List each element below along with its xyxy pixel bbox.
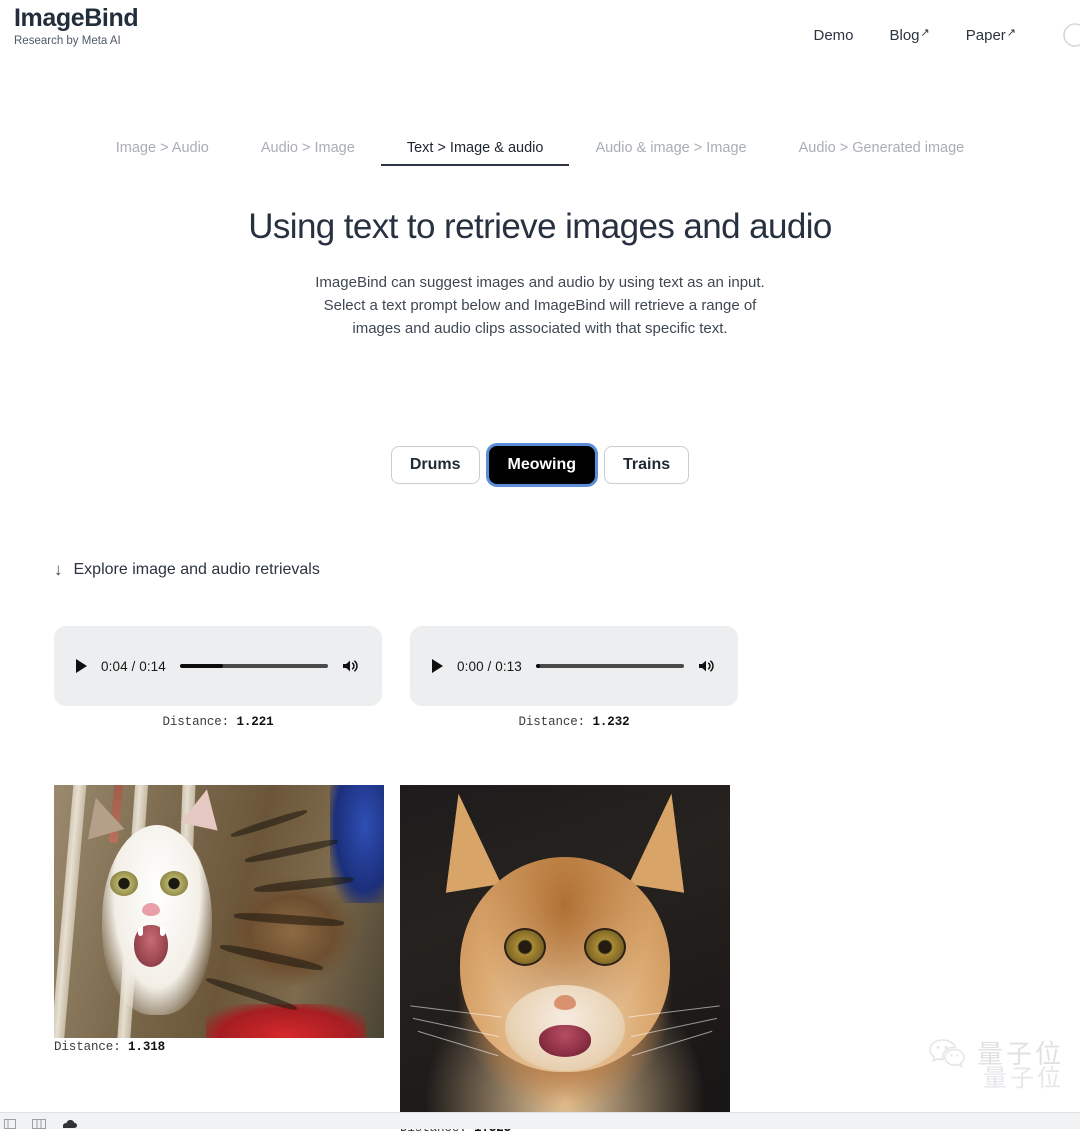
volume-icon[interactable] (342, 658, 360, 674)
audio-player[interactable]: 0:00 / 0:13 (410, 626, 738, 706)
nav-link-demo-label: Demo (813, 27, 853, 44)
tab-label: Image > Audio (116, 140, 209, 156)
watermark-shadow: 量子位 (983, 1058, 1064, 1093)
tab-text-image-audio[interactable]: Text > Image & audio (381, 140, 570, 166)
volume-icon[interactable] (698, 658, 716, 674)
seek-track (180, 664, 328, 668)
window-icon[interactable] (4, 1116, 18, 1127)
audio-result-2: 0:00 / 0:13 Distance: 1.232 (410, 626, 738, 729)
audio-seek-slider[interactable] (180, 659, 328, 673)
nav-link-blog[interactable]: Blog ↗ (890, 27, 930, 44)
distance-label: Distance: 1.221 (54, 715, 382, 729)
play-icon[interactable] (76, 659, 87, 673)
distance-value: 1.318 (128, 1040, 165, 1054)
page-title: Using text to retrieve images and audio (0, 205, 1080, 249)
audio-result-1: 0:04 / 0:14 Distance: 1.221 (54, 626, 382, 729)
seek-track (536, 664, 684, 668)
taskbar (0, 1112, 1080, 1129)
image-result-2: Distance: 1.323 (400, 785, 730, 1135)
distance-value: 1.221 (237, 715, 274, 729)
cloud-icon[interactable] (60, 1116, 74, 1127)
seek-fill (536, 664, 540, 668)
prompt-button-drums[interactable]: Drums (391, 446, 480, 484)
external-link-icon: ↗ (1007, 26, 1016, 39)
brand-title: ImageBind (14, 6, 138, 31)
seek-fill (180, 664, 223, 668)
distance-value: 1.232 (593, 715, 630, 729)
brand-logo[interactable]: ImageBind Research by Meta AI (14, 6, 138, 48)
audio-time-label: 0:04 / 0:14 (101, 659, 166, 674)
prompt-button-meowing[interactable]: Meowing (489, 446, 595, 484)
retrieved-image-ginger-cat[interactable] (400, 785, 730, 1119)
demo-tabs: Image > Audio Audio > Image Text > Image… (0, 140, 1080, 166)
image-results-row: Distance: 1.318 Dis (54, 785, 754, 1135)
site-header: ImageBind Research by Meta AI Demo Blog … (0, 0, 1080, 58)
nav-link-demo[interactable]: Demo (813, 27, 853, 44)
explore-label: Explore image and audio retrievals (74, 561, 320, 579)
wechat-icon (928, 1036, 968, 1070)
explore-header: ↓ Explore image and audio retrievals (54, 560, 320, 580)
retrieved-image-kitten[interactable] (54, 785, 384, 1038)
brand-subtitle: Research by Meta AI (14, 36, 138, 48)
nav-link-blog-label: Blog (890, 27, 920, 44)
audio-results-row: 0:04 / 0:14 Distance: 1.221 (54, 626, 754, 729)
tab-label: Text > Image & audio (407, 140, 544, 156)
hero-section: Using text to retrieve images and audio … (0, 205, 1080, 340)
distance-text: Distance: (162, 715, 229, 729)
tab-label: Audio > Generated image (799, 140, 965, 156)
nav-link-paper[interactable]: Paper ↗ (966, 27, 1016, 44)
prompt-button-trains[interactable]: Trains (604, 446, 689, 484)
arrow-down-icon: ↓ (54, 560, 63, 580)
audio-time-label: 0:00 / 0:13 (457, 659, 522, 674)
distance-label: Distance: 1.318 (54, 1040, 384, 1054)
distance-text: Distance: (518, 715, 585, 729)
results-grid: 0:04 / 0:14 Distance: 1.221 (54, 626, 754, 1135)
audio-player[interactable]: 0:04 / 0:14 (54, 626, 382, 706)
panels-icon[interactable] (32, 1116, 46, 1127)
image-result-1: Distance: 1.318 (54, 785, 384, 1054)
distance-label: Distance: 1.232 (410, 715, 738, 729)
page-description: ImageBind can suggest images and audio b… (300, 271, 780, 340)
nav-link-paper-label: Paper (966, 27, 1006, 44)
tab-label: Audio > Image (261, 140, 355, 156)
tab-audio-image-to-image[interactable]: Audio & image > Image (569, 140, 772, 166)
distance-text: Distance: (54, 1040, 121, 1054)
tab-audio-image[interactable]: Audio > Image (235, 140, 381, 166)
main-nav: Demo Blog ↗ Paper ↗ (813, 22, 1080, 48)
moon-icon[interactable] (1062, 22, 1080, 48)
play-icon[interactable] (432, 659, 443, 673)
tab-image-audio[interactable]: Image > Audio (90, 140, 235, 166)
tab-audio-generated-image[interactable]: Audio > Generated image (773, 140, 991, 166)
audio-seek-slider[interactable] (536, 659, 684, 673)
prompt-selector: Drums Meowing Trains (0, 446, 1080, 484)
tab-label: Audio & image > Image (595, 140, 746, 156)
external-link-icon: ↗ (921, 26, 930, 39)
